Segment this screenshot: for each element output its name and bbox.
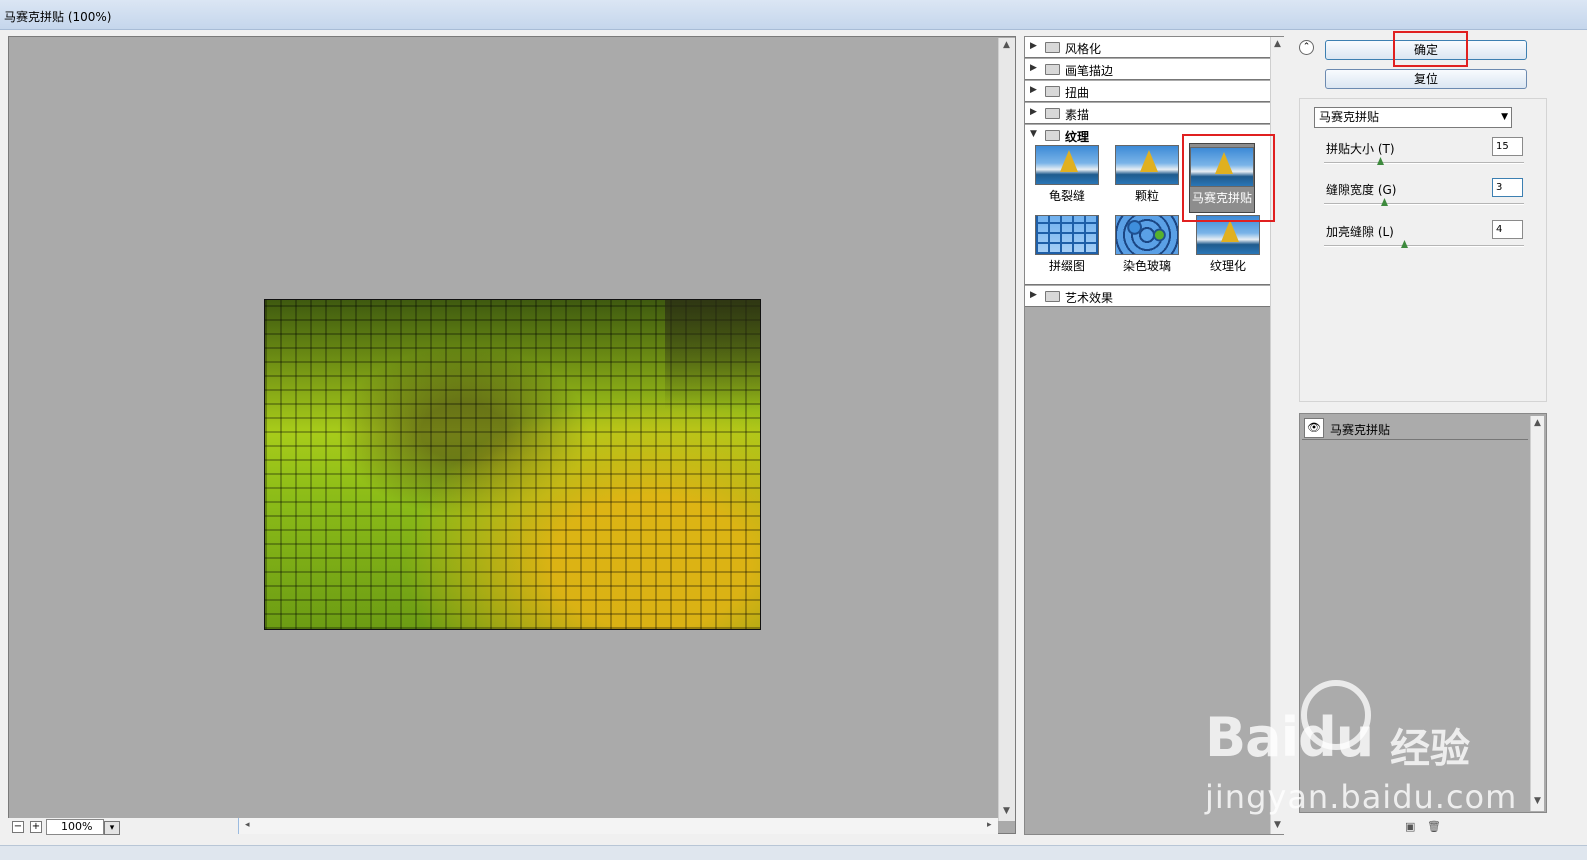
highlight-box-selected-filter (1182, 134, 1275, 222)
lighten-grout-slider-handle[interactable] (1401, 240, 1408, 248)
chevron-down-icon: ▼ (1501, 112, 1508, 122)
filter-thumb-patchwork[interactable]: 拼缀图 (1034, 215, 1100, 274)
effect-layer-row[interactable]: 👁 马赛克拼贴 (1302, 416, 1528, 440)
grout-width-slider-handle[interactable] (1381, 198, 1388, 206)
param-grout-width: 缝隙宽度 (G) 3 (1300, 178, 1548, 218)
expand-arrow-icon[interactable]: ▶ (1030, 63, 1037, 73)
category-label: 画笔描边 (1065, 64, 1114, 78)
patchwork-thumbnail-icon (1035, 215, 1099, 255)
expand-arrow-icon[interactable]: ▶ (1030, 85, 1037, 95)
category-label: 艺术效果 (1065, 291, 1114, 305)
folder-icon (1045, 42, 1060, 53)
param-label: 加亮缝隙 (L) (1326, 225, 1394, 239)
expand-arrow-icon[interactable]: ▶ (1030, 107, 1037, 117)
preview-horizontal-scrollbar[interactable]: ◂ ▸ (238, 818, 998, 834)
filter-thumb-label: 拼缀图 (1048, 259, 1085, 273)
trash-icon[interactable]: 🗑 (1427, 820, 1441, 833)
highlight-box-ok-button (1393, 31, 1468, 67)
layer-tools: ▣ 🗑 (1405, 820, 1445, 834)
watermark-url: jingyan.baidu.com (1205, 778, 1518, 816)
param-lighten-grout: 加亮缝隙 (L) 4 (1300, 220, 1548, 260)
filter-thumb-label: 颗粒 (1134, 189, 1159, 203)
title-bar: 马赛克拼贴 (100%) (0, 0, 1587, 30)
lighten-grout-slider-track[interactable] (1324, 245, 1524, 247)
category-stylize[interactable]: ▶ 风格化 (1025, 37, 1270, 58)
tile-size-input[interactable]: 15 (1492, 137, 1523, 156)
scroll-right-arrow-icon[interactable]: ▸ (987, 820, 992, 830)
zoom-in-button[interactable]: + (30, 821, 42, 833)
expand-arrow-icon[interactable]: ▶ (1030, 290, 1037, 300)
folder-icon (1045, 291, 1060, 302)
preview-vertical-scrollbar[interactable]: ▲ ▼ (998, 38, 1015, 821)
scroll-up-arrow-icon[interactable]: ▲ (1274, 39, 1281, 49)
stained-glass-thumbnail-icon (1115, 215, 1179, 255)
filter-select-value: 马赛克拼贴 (1319, 110, 1380, 124)
category-artistic[interactable]: ▶ 艺术效果 (1025, 286, 1270, 307)
scroll-down-arrow-icon[interactable]: ▼ (1534, 796, 1541, 806)
lighten-grout-input[interactable]: 4 (1492, 220, 1523, 239)
zoom-level-field[interactable]: 100% (46, 819, 104, 835)
scroll-up-arrow-icon[interactable]: ▲ (1534, 418, 1541, 428)
param-tile-size: 拼贴大小 (T) 15 (1300, 137, 1548, 177)
bottom-status-strip (0, 845, 1587, 860)
effect-layer-name: 马赛克拼贴 (1330, 423, 1391, 437)
tile-size-slider-handle[interactable] (1377, 157, 1384, 165)
collapse-arrow-icon[interactable]: ▼ (1030, 129, 1037, 139)
zoom-bar: − + 100% ▾ ◂ ▸ (8, 818, 998, 836)
new-effect-layer-icon[interactable]: ▣ (1405, 820, 1415, 833)
window-title: 马赛克拼贴 (100%) (4, 10, 112, 24)
param-label: 缝隙宽度 (G) (1326, 183, 1397, 197)
filter-thumb-label: 纹理化 (1209, 259, 1246, 273)
reset-button[interactable]: 复位 (1325, 69, 1527, 89)
folder-icon (1045, 108, 1060, 119)
category-brush-strokes[interactable]: ▶ 画笔描边 (1025, 59, 1270, 80)
filter-select-dropdown[interactable]: 马赛克拼贴 ▼ (1314, 107, 1512, 128)
eye-visibility-icon[interactable]: 👁 (1304, 418, 1324, 438)
preview-image (264, 299, 761, 630)
watermark-brand-text: 经验 (1390, 726, 1470, 772)
zoom-dropdown-button[interactable]: ▾ (104, 821, 120, 835)
watermark-logo-text: Baidu (1205, 706, 1374, 769)
preview-canvas[interactable] (8, 36, 1016, 834)
sailboat-thumbnail-icon (1035, 145, 1099, 185)
category-distort[interactable]: ▶ 扭曲 (1025, 81, 1270, 102)
scroll-down-arrow-icon[interactable]: ▼ (1003, 806, 1010, 816)
filter-thumb-grain[interactable]: 颗粒 (1114, 145, 1180, 204)
category-sketch[interactable]: ▶ 素描 (1025, 103, 1270, 124)
collapse-gallery-button[interactable]: ⌃ (1299, 40, 1314, 55)
tile-size-slider-track[interactable] (1324, 162, 1524, 164)
scroll-down-arrow-icon[interactable]: ▼ (1274, 820, 1281, 830)
filter-settings-panel: 马赛克拼贴 ▼ 拼贴大小 (T) 15 缝隙宽度 (G) 3 加亮缝隙 (L) … (1299, 98, 1547, 402)
filter-thumb-stained-glass[interactable]: 染色玻璃 (1114, 215, 1180, 274)
baidu-jingyan-watermark: Baidu 经验 jingyan.baidu.com (1205, 680, 1535, 820)
category-label: 风格化 (1065, 42, 1102, 56)
expand-arrow-icon[interactable]: ▶ (1030, 41, 1037, 51)
param-label: 拼贴大小 (T) (1326, 142, 1395, 156)
category-label: 素描 (1065, 108, 1090, 122)
preview-image-shadow (665, 300, 760, 410)
filter-thumb-craquelure[interactable]: 龟裂缝 (1034, 145, 1100, 204)
filter-thumb-texturizer[interactable]: 纹理化 (1195, 215, 1261, 274)
open-folder-icon (1045, 130, 1060, 141)
folder-icon (1045, 64, 1060, 75)
filter-thumb-label: 龟裂缝 (1048, 189, 1085, 203)
filter-thumb-label: 染色玻璃 (1122, 259, 1171, 273)
grout-width-slider-track[interactable] (1324, 203, 1524, 205)
sailboat-thumbnail-icon (1115, 145, 1179, 185)
category-label: 扭曲 (1065, 86, 1090, 100)
scroll-left-arrow-icon[interactable]: ◂ (245, 820, 250, 830)
grout-width-input[interactable]: 3 (1492, 178, 1523, 197)
scroll-up-arrow-icon[interactable]: ▲ (1003, 40, 1010, 50)
folder-icon (1045, 86, 1060, 97)
zoom-out-button[interactable]: − (12, 821, 24, 833)
